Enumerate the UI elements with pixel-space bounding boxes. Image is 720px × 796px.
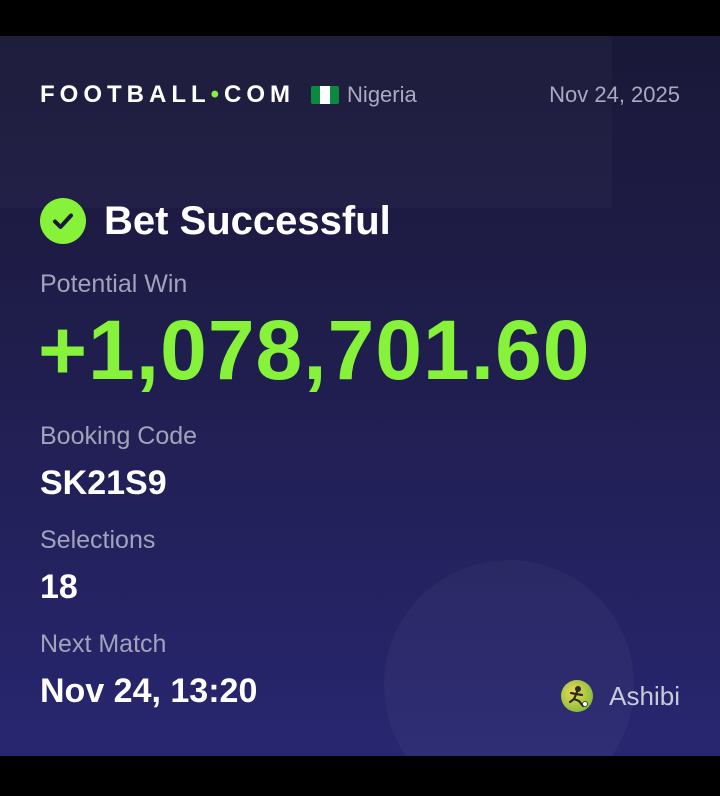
nigeria-flag-icon xyxy=(311,86,340,104)
country-label: Nigeria xyxy=(347,82,417,107)
status-text: Bet Successful xyxy=(104,198,391,243)
decorative-circle xyxy=(384,560,634,756)
brand-logo: FOOTBALL•COM xyxy=(40,81,295,109)
next-match-value: Nov 24, 13:20 xyxy=(40,672,258,710)
header: FOOTBALL•COM Nigeria Nov 24, 2025 xyxy=(40,78,680,112)
next-match-label: Next Match xyxy=(40,630,167,658)
bet-receipt-card: FOOTBALL•COM Nigeria Nov 24, 2025 Bet Su… xyxy=(0,36,720,756)
brand-dot: • xyxy=(210,81,225,108)
potential-win-label: Potential Win xyxy=(40,270,188,298)
brand-name-right: COM xyxy=(224,81,296,108)
booking-code-value: SK21S9 xyxy=(40,464,167,502)
check-circle-icon xyxy=(40,198,86,244)
header-shade xyxy=(0,36,612,208)
potential-win-value: +1,078,701.60 xyxy=(38,303,591,397)
brand-name-left: FOOTBALL xyxy=(40,81,211,108)
selections-label: Selections xyxy=(40,526,156,554)
username: Ashibi xyxy=(609,680,680,711)
bet-status: Bet Successful xyxy=(40,198,391,244)
selections-value: 18 xyxy=(40,568,78,606)
booking-code-label: Booking Code xyxy=(40,422,198,450)
header-date: Nov 24, 2025 xyxy=(549,82,680,107)
user-badge: Ashibi xyxy=(561,680,680,712)
football-player-avatar xyxy=(561,680,594,712)
